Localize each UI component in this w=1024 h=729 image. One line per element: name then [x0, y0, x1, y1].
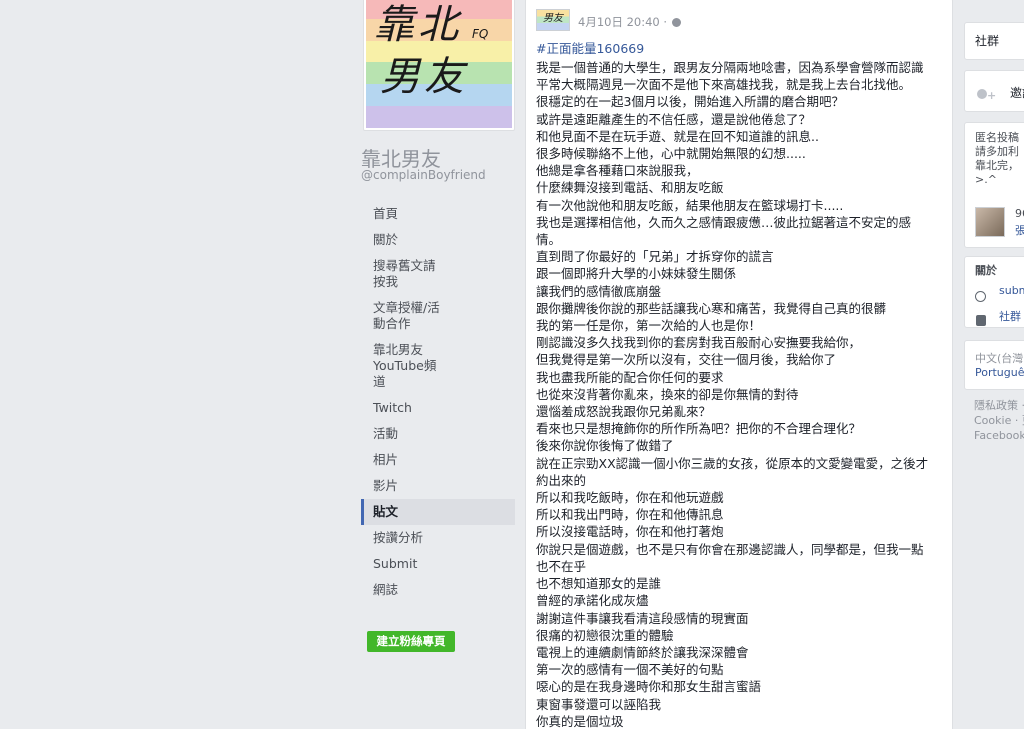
nav-item-youtube[interactable]: 靠北男友 YouTube頻 道: [361, 337, 515, 395]
language-box: 中文(台灣) Portuguê: [964, 340, 1024, 390]
post-text-line: 你說只是個遊戲，也不是只有你會在那邊認識人，同學都是，但我一點: [536, 541, 924, 557]
post-text-line: 後來你說你後悔了做錯了: [536, 438, 674, 454]
post-avatar[interactable]: 男友: [536, 9, 570, 31]
logo-handwriting: 靠北 男友: [374, 2, 468, 100]
photo-thumbnail[interactable]: [975, 207, 1005, 237]
post-text-line: 也不想知道那女的是誰: [536, 576, 662, 592]
nav-item-twitch[interactable]: Twitch: [361, 395, 515, 421]
post-text-line: 噁心的是在我身邊時你和那女生甜言蜜語: [536, 679, 762, 695]
photo-link[interactable]: 張: [1015, 222, 1024, 238]
nav-item-about[interactable]: 關於: [361, 227, 515, 253]
post-text-line: 約出來的: [536, 472, 587, 488]
post-text-line: 情。: [536, 232, 562, 248]
nav-item-licensing[interactable]: 文章授權/活 動合作: [361, 295, 515, 337]
community-box: 社群: [964, 22, 1024, 60]
post-text-line: 但我覺得是第一次所以沒有，交往一個月後，我給你了: [536, 352, 837, 368]
page-profile-picture[interactable]: 靠北 男友 FQ: [363, 0, 515, 131]
current-language: 中文(台灣): [975, 352, 1024, 365]
page-nav: 首頁 關於 搜尋舊文請 按我 文章授權/活 動合作 靠北男友 YouTube頻 …: [361, 201, 515, 603]
nav-item-notes[interactable]: 網誌: [361, 577, 515, 603]
post-text-line: 和他見面不是在玩手遊、就是在回不知道誰的訊息..: [536, 128, 819, 144]
post-text-line: 我是一個普通的大學生，跟男友分隔兩地唸書，因為系學會營隊而認識: [536, 60, 924, 75]
post-timestamp[interactable]: 4月10日 20:40 ·: [578, 14, 682, 30]
post-text-line: 謝謝這件事讓我看清這段感情的現實面: [536, 610, 749, 626]
post-text-line: 所以沒接電話時，你在和他打著炮: [536, 524, 724, 540]
post-text-line: 或許是遠距離產生的不信任感，還是說他倦怠了？: [536, 111, 812, 127]
nav-item-submit[interactable]: Submit: [361, 551, 515, 577]
desc-line: 匿名投稿: [975, 131, 1019, 144]
globe-icon: [672, 18, 682, 27]
nav-item-insights[interactable]: 按讚分析: [361, 525, 515, 551]
footer-links: 隱私政策 · Cookie · 更 Facebook: [974, 398, 1024, 443]
post-text-line: 所以和我吃飯時，你在和他玩遊戲: [536, 490, 724, 506]
submit-link[interactable]: subm: [999, 284, 1024, 297]
post-text-line: 也從來沒背著你亂來，換來的卻是你無情的對待: [536, 386, 799, 402]
post-text-line: 直到問了你最好的「兄弟」才拆穿你的謊言: [536, 249, 774, 265]
right-sidebar: 社群 + 邀請 匿名投稿 請多加利 靠北完， >.^ 96 張 關於 subm …: [964, 0, 1024, 729]
post-text-line: 你真的是個垃圾: [536, 713, 624, 729]
nav-item-photos[interactable]: 相片: [361, 447, 515, 473]
post-text-line: 很穩定的在一起3個月以後，開始進入所謂的磨合期吧？: [536, 94, 844, 110]
post-text-line: 剛認識沒多久找我到你的套房對我百般耐心安撫要我給你，: [536, 335, 862, 351]
nav-item-home[interactable]: 首頁: [361, 201, 515, 227]
photo-count: 96: [1015, 207, 1024, 220]
desc-line: 請多加利: [975, 145, 1019, 158]
invite-box: + 邀請: [964, 70, 1024, 112]
about-box: 關於 subm 社群: [964, 256, 1024, 328]
post-text-line: 也不在乎: [536, 558, 587, 574]
globe-icon: [975, 285, 986, 304]
cookie-link[interactable]: Cookie · 更: [974, 413, 1024, 428]
language-portuguese-link[interactable]: Portuguê: [975, 366, 1024, 379]
post-text-line: 說在正宗勁XX認識一個小你三歲的女孩，從原本的文愛變電愛，之後才: [536, 455, 929, 471]
post-text-line: 電視上的連續劇情節終於讓我深深體會: [536, 644, 749, 660]
page-username[interactable]: @complainBoyfriend: [361, 168, 486, 182]
post-text-line: 平常大概隔週見一次面不是他下來高雄找我，就是我上去台北找他。: [536, 77, 912, 93]
post-text-line: 我也是選擇相信他，久而久之感情跟疲憊…彼此拉鋸著這不安定的感: [536, 214, 912, 230]
nav-item-videos[interactable]: 影片: [361, 473, 515, 499]
desc-line: 靠北完，: [975, 159, 1019, 172]
nav-item-search-old-posts[interactable]: 搜尋舊文請 按我: [361, 253, 515, 295]
post-text-line: 還惱羞成怒說我跟你兄弟亂來？: [536, 404, 712, 420]
post-text-line: 第一次的感情有一個不美好的句點: [536, 662, 724, 678]
post-card: 男友 4月10日 20:40 · #正面能量160669 我是一個普通的大學生，…: [525, 0, 953, 729]
privacy-link[interactable]: 隱私政策 ·: [974, 398, 1024, 413]
add-friend-icon: +: [977, 84, 996, 103]
nav-item-events[interactable]: 活動: [361, 421, 515, 447]
post-text-line: 我也盡我所能的配合你任何的要求: [536, 369, 724, 385]
invite-friends-link[interactable]: 邀請: [1010, 84, 1024, 101]
post-text-line: 跟你攤牌後你說的那些話讓我心寒和痛苦，我覺得自己真的很髒: [536, 300, 887, 316]
desc-line: >.^: [975, 173, 997, 186]
post-text-line: 曾經的承諾化成灰燼: [536, 593, 649, 609]
rainbow-logo: 靠北 男友 FQ: [366, 0, 512, 128]
about-title: 關於: [975, 264, 997, 277]
post-text-line: 他總是拿各種藉口來說服我，: [536, 163, 699, 179]
post-text-line: 東窗事發還可以誣陷我: [536, 696, 662, 712]
group-link[interactable]: 社群: [999, 308, 1021, 324]
logo-small-text: FQ: [472, 27, 489, 41]
post-text-line: 跟一個即將升大學的小妹妹發生關係: [536, 266, 737, 282]
post-text-line: 我的第一任是你，第一次給的人也是你！: [536, 318, 762, 334]
post-text-line: 有一次他說他和朋友吃飯，結果他朋友在籃球場打卡.....: [536, 197, 844, 213]
create-page-button[interactable]: 建立粉絲專頁: [367, 631, 455, 652]
lock-icon: [976, 309, 986, 327]
post-text-line: 很多時候聯絡不上他，心中就開始無限的幻想.....: [536, 146, 806, 162]
facebook-copyright: Facebook: [974, 429, 1024, 442]
community-title[interactable]: 社群: [965, 23, 1024, 59]
post-hashtag[interactable]: #正面能量160669: [536, 38, 644, 57]
post-text-line: 讓我們的感情徹底崩盤: [536, 283, 662, 299]
about-description-box: 匿名投稿 請多加利 靠北完， >.^ 96 張: [964, 122, 1024, 248]
post-text-line: 什麼練舞沒接到電話、和朋友吃飯: [536, 180, 724, 196]
post-text-line: 看來也只是想掩飾你的所作所為吧？把你的不合理合理化？: [536, 421, 862, 437]
nav-item-posts[interactable]: 貼文: [361, 499, 515, 525]
post-text-line: 很痛的初戀很沈重的體驗: [536, 627, 674, 643]
post-text-line: 所以和我出門時，你在和他傳訊息: [536, 507, 724, 523]
post-text: 我是一個普通的大學生，跟男友分隔兩地唸書，因為系學會營隊而認識 平常大概隔週見一次…: [536, 59, 944, 729]
page-sidebar: 靠北 男友 FQ 靠北男友 @complainBoyfriend 首頁 關於 搜…: [361, 0, 517, 729]
